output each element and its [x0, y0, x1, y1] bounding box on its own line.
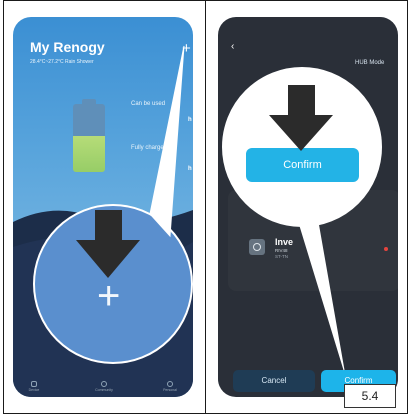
step-label: 5.4: [344, 384, 396, 408]
callout-pointer-right: [299, 221, 345, 371]
callout-pointer-left: [149, 45, 185, 238]
callout-overlay: [76, 45, 345, 371]
instruction-figure: My Renogy 28.4°C~27.2°C Rain Shower + Ca…: [0, 0, 411, 414]
down-arrow-right-icon: [269, 85, 333, 151]
down-arrow-left-icon: [76, 210, 140, 278]
